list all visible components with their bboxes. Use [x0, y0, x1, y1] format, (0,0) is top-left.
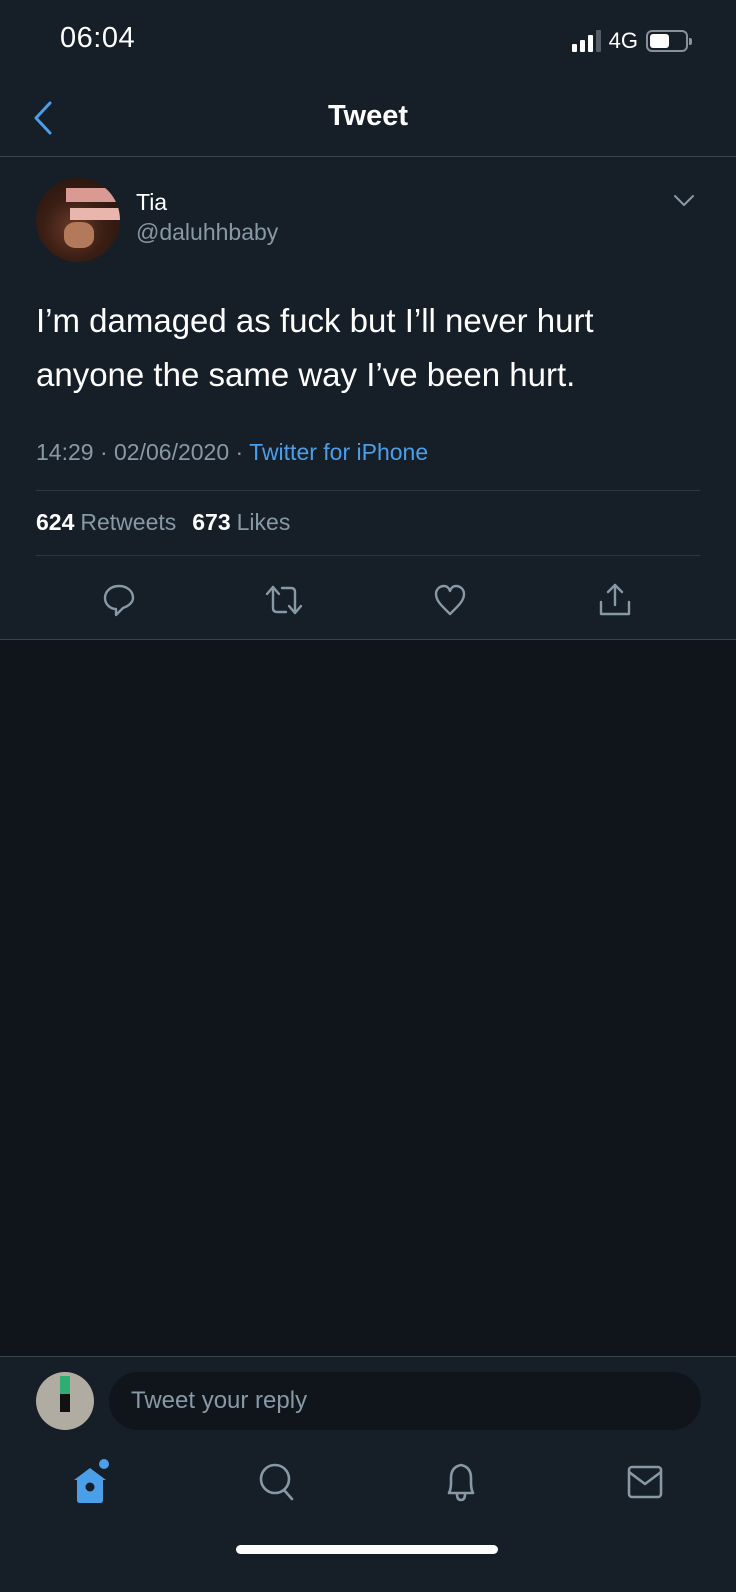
- bell-icon: [447, 1463, 475, 1502]
- reply-icon: [103, 584, 135, 617]
- tab-search[interactable]: [247, 1452, 307, 1512]
- tweet-source-link[interactable]: Twitter for iPhone: [249, 439, 428, 465]
- tab-home[interactable]: [62, 1452, 122, 1512]
- home-indicator[interactable]: [236, 1545, 498, 1554]
- status-indicators: 4G: [571, 28, 692, 54]
- retweet-button[interactable]: [254, 575, 314, 625]
- likes-count: 673: [192, 509, 231, 535]
- tweet-options-button[interactable]: [672, 193, 696, 213]
- chevron-down-icon: [674, 195, 694, 206]
- like-button[interactable]: [420, 575, 480, 625]
- search-icon: [259, 1463, 294, 1501]
- tweet-stats: 624 Retweets 673 Likes: [36, 509, 290, 536]
- mail-icon: [627, 1465, 663, 1499]
- tab-messages[interactable]: [615, 1452, 675, 1512]
- tweet-text: I’m damaged as fuck but I’ll never hurt …: [36, 302, 594, 393]
- network-label: 4G: [608, 28, 638, 53]
- author-handle[interactable]: @daluhhbaby: [136, 219, 278, 246]
- reply-bar: [0, 1356, 736, 1592]
- retweet-icon: [265, 585, 303, 615]
- divider: [36, 555, 700, 556]
- reply-button[interactable]: [89, 575, 149, 625]
- tweet-time: 14:29: [36, 439, 94, 465]
- status-bar: 06:04 4G: [0, 0, 736, 80]
- retweets-label: Retweets: [80, 509, 177, 535]
- tweet-actions: [0, 575, 736, 633]
- retweets-stat[interactable]: 624 Retweets: [36, 509, 176, 536]
- home-icon: [74, 1459, 109, 1503]
- tweet-detail: Tia @daluhhbaby I’m damaged as fuck but …: [0, 157, 736, 640]
- author-avatar[interactable]: [36, 178, 120, 262]
- divider: [36, 490, 700, 491]
- like-icon: [434, 584, 466, 616]
- likes-stat[interactable]: 673 Likes: [192, 509, 290, 536]
- my-avatar[interactable]: [36, 1372, 94, 1430]
- page-title: Tweet: [327, 100, 409, 132]
- tweet-meta: 14:29 · 02/06/2020 · Twitter for iPhone: [36, 439, 428, 466]
- meta-separator: ·: [93, 439, 115, 465]
- signal-icon: [571, 30, 601, 52]
- nav-bar: Tweet: [0, 80, 736, 157]
- share-button[interactable]: [585, 575, 645, 625]
- status-time: 06:04: [60, 22, 136, 54]
- battery-icon: [646, 30, 692, 52]
- share-icon: [599, 583, 631, 616]
- meta-separator: ·: [229, 439, 250, 465]
- author-name[interactable]: Tia: [136, 189, 167, 216]
- reply-input[interactable]: [109, 1372, 701, 1430]
- likes-label: Likes: [236, 509, 291, 535]
- retweets-count: 624: [36, 509, 75, 535]
- tweet-date: 02/06/2020: [114, 439, 230, 465]
- tab-notifications[interactable]: [431, 1452, 491, 1512]
- tab-bar: [0, 1452, 736, 1532]
